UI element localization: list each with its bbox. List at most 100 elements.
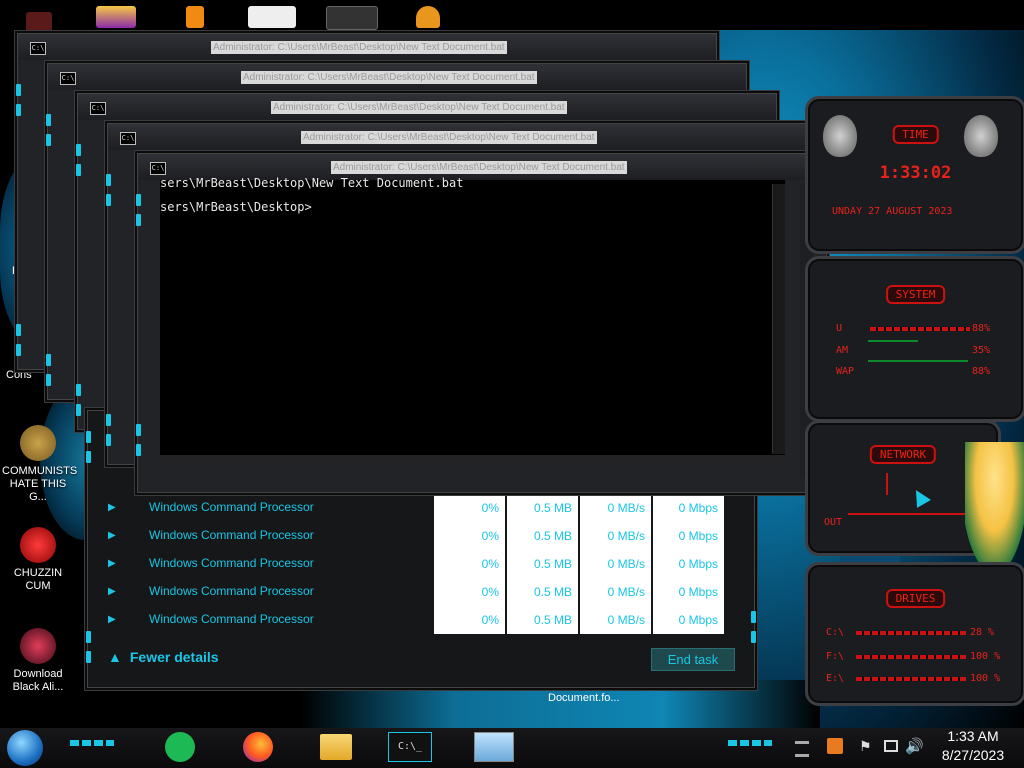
expand-arrow-icon[interactable]: ▶	[108, 502, 116, 513]
firefox-icon[interactable]	[243, 732, 273, 762]
top-icon-burger[interactable]	[416, 6, 440, 28]
desktop-icon[interactable]: Download Black Ali...	[2, 628, 74, 694]
ram-value: 35%	[972, 345, 991, 356]
cmd-icon: C:\	[60, 72, 76, 85]
top-icon-spyro[interactable]	[96, 6, 136, 28]
network-icon[interactable]	[884, 740, 898, 752]
end-task-button[interactable]: End task	[651, 648, 735, 671]
process-memory-cell: 0.5 MB	[507, 550, 578, 578]
process-disk-cell: 0 MB/s	[580, 578, 651, 606]
top-icon-red[interactable]	[26, 12, 52, 34]
ram-graph	[868, 340, 918, 342]
process-network-cell: 0 Mbps	[653, 550, 724, 578]
console-output[interactable]: sers\MrBeast\Desktop\New Text Document.b…	[160, 176, 785, 455]
alien-head-icon	[823, 115, 857, 157]
process-cpu-cell: 0%	[434, 606, 505, 634]
process-cpu-cell: 0%	[434, 550, 505, 578]
clock-time[interactable]: 1:33 AM	[938, 728, 1008, 744]
process-memory-cell: 0.5 MB	[507, 494, 578, 522]
process-row[interactable]: ▶ Windows Command Processor 0% 0.5 MB 0 MB/s…	[100, 522, 725, 550]
network-header: NETWORK	[869, 445, 937, 464]
clock-date[interactable]: 8/27/2023	[932, 747, 1014, 763]
desktop-icon[interactable]: COMMUNISTS HATE THIS G...	[2, 425, 78, 504]
console-hscrollbar[interactable]	[160, 458, 785, 468]
process-disk-cell: 0 MB/s	[580, 550, 651, 578]
drives-header: DRIVES	[885, 589, 946, 608]
drive-label: F:\	[826, 651, 845, 662]
top-icon-paint[interactable]	[248, 6, 296, 28]
spotify-icon[interactable]	[165, 732, 195, 762]
time-header: TIME	[892, 125, 939, 144]
process-row[interactable]: ▶ Windows Command Processor 0% 0.5 MB 0 MB/s…	[100, 606, 725, 634]
task-manager-taskbar-icon[interactable]	[474, 732, 514, 762]
tray-expand-icon[interactable]	[795, 741, 809, 757]
drive-label: C:\	[826, 627, 845, 638]
window-title: Administrator: C:\Users\MrBeast\Desktop\…	[211, 41, 507, 54]
desktop-icon-label: CHUZZIN CUM	[13, 567, 63, 592]
expand-arrow-icon[interactable]: ▶	[108, 558, 116, 569]
volume-icon[interactable]: 🔊	[905, 737, 924, 755]
desktop-icon[interactable]: CHUZZIN CUM	[2, 527, 74, 593]
process-disk-cell: 0 MB/s	[580, 522, 651, 550]
swap-value: 88%	[972, 366, 991, 377]
window-title: Administrator: C:\Users\MrBeast\Desktop\…	[241, 71, 537, 84]
system-header: SYSTEM	[885, 285, 946, 304]
console-line: sers\MrBeast\Desktop\New Text Document.b…	[160, 176, 464, 190]
process-disk-cell: 0 MB/s	[580, 606, 651, 634]
process-row[interactable]: ▶ Windows Command Processor 0% 0.5 MB 0 MB/s…	[100, 494, 725, 522]
desktop-icon-label: COMMUNISTS HATE THIS G...	[2, 465, 78, 503]
process-name: Windows Command Processor	[149, 584, 314, 598]
cmd-taskbar-label: C:\_	[397, 741, 423, 752]
cursor-icon	[909, 486, 931, 508]
drive-bar	[856, 631, 966, 635]
process-row[interactable]: ▶ Windows Command Processor 0% 0.5 MB 0 MB/s…	[100, 550, 725, 578]
fewer-details-button[interactable]: ▲ Fewer details	[108, 649, 219, 665]
drive-bar	[856, 655, 966, 659]
cpu-label: U	[836, 323, 843, 334]
cmd-icon: C:\	[90, 102, 106, 115]
alien-head-icon	[964, 115, 998, 157]
process-memory-cell: 0.5 MB	[507, 606, 578, 634]
drives-gadget: DRIVES C:\ 28 % F:\ 100 % E:\ 100 %	[805, 562, 1024, 706]
start-button[interactable]	[7, 730, 43, 766]
flag-icon[interactable]: ⚑	[859, 738, 872, 755]
drive-value: 100 %	[970, 673, 1001, 684]
red-creature-icon	[20, 527, 56, 563]
console-scrollbar[interactable]	[772, 184, 785, 454]
end-task-label: End task	[667, 652, 719, 667]
top-icon-vlc[interactable]	[186, 6, 204, 28]
taskbar-accent	[728, 740, 772, 746]
partial-label: Cons	[6, 369, 32, 381]
process-network-cell: 0 Mbps	[653, 494, 724, 522]
process-memory-cell: 0.5 MB	[507, 578, 578, 606]
cmd-taskbar-button[interactable]: C:\_	[388, 732, 432, 762]
network-spike	[886, 473, 888, 495]
fewer-details-label: Fewer details	[129, 649, 219, 665]
drive-label: E:\	[826, 673, 845, 684]
window-title: Administrator: C:\Users\MrBeast\Desktop\…	[331, 161, 627, 174]
process-name: Windows Command Processor	[149, 556, 314, 570]
process-network-cell: 0 Mbps	[653, 578, 724, 606]
top-icon-terminal[interactable]	[326, 6, 378, 30]
alien-orb-icon	[20, 628, 56, 664]
process-name: Windows Command Processor	[149, 500, 314, 514]
expand-arrow-icon[interactable]: ▶	[108, 586, 116, 597]
process-network-cell: 0 Mbps	[653, 606, 724, 634]
expand-arrow-icon[interactable]: ▶	[108, 530, 116, 541]
time-gadget: TIME 1:33:02 UNDAY 27 AUGUST 2023	[805, 96, 1024, 254]
desktop-icon-label: Download Black Ali...	[12, 668, 64, 693]
out-label: OUT	[824, 517, 843, 528]
tray-app-icon[interactable]	[827, 738, 843, 754]
date-display: UNDAY 27 AUGUST 2023	[832, 206, 953, 217]
process-row[interactable]: ▶ Windows Command Processor 0% 0.5 MB 0 MB/s…	[100, 578, 725, 606]
network-graph	[848, 513, 968, 515]
cpu-value: 88%	[972, 323, 991, 334]
cpu-bar	[870, 327, 970, 331]
console-line: sers\MrBeast\Desktop>	[160, 200, 312, 214]
drive-value: 100 %	[970, 651, 1001, 662]
window-title: Administrator: C:\Users\MrBeast\Desktop\…	[301, 131, 597, 144]
expand-arrow-icon[interactable]: ▶	[108, 614, 116, 625]
process-cpu-cell: 0%	[434, 578, 505, 606]
file-explorer-icon[interactable]	[320, 734, 352, 760]
drive-value: 28 %	[970, 627, 995, 638]
